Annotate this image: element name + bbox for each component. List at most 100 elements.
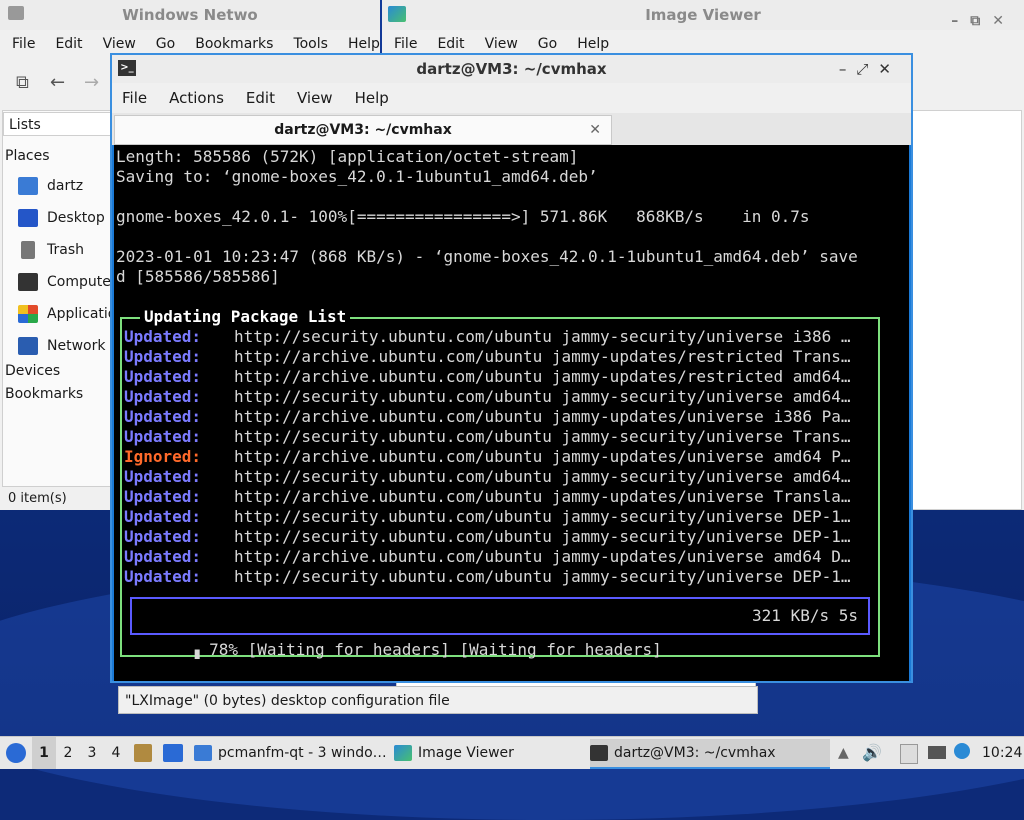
fm-titlebar[interactable]: Windows Netwo xyxy=(0,0,380,30)
package-update-row: Updated: http://security.ubuntu.com/ubunt… xyxy=(124,427,851,447)
update-status: Ignored: xyxy=(124,447,202,466)
term-menu-view[interactable]: View xyxy=(297,89,333,107)
term-menu-edit[interactable]: Edit xyxy=(246,89,275,107)
fm-menu-go[interactable]: Go xyxy=(156,36,175,52)
task-label: dartz@VM3: ~/cvmhax xyxy=(614,745,776,761)
terminal-line: 2023-01-01 10:23:47 (868 KB/s) - ‘gnome-… xyxy=(116,247,858,266)
terminal-tab[interactable]: dartz@VM3: ~/cvmhax ✕ xyxy=(114,115,612,145)
forward-arrow-icon[interactable]: → xyxy=(84,72,99,93)
desktop-icon xyxy=(18,209,38,227)
package-update-row: Updated: http://archive.ubuntu.com/ubuntu… xyxy=(124,347,851,367)
place-label: Trash xyxy=(47,242,84,258)
package-list-title: Updating Package List xyxy=(140,307,351,326)
fm-side-pane xyxy=(2,110,114,487)
iv-titlebar[interactable]: Image Viewer –⧉✕ xyxy=(382,0,1024,30)
side-pane-mode-select[interactable]: Lists xyxy=(3,112,111,136)
network-tray-icon[interactable] xyxy=(928,746,946,759)
file-manager-launcher-icon[interactable] xyxy=(134,744,152,762)
workspace-2[interactable]: 2 xyxy=(56,737,80,769)
update-source: http://archive.ubuntu.com/ubuntu jammy-u… xyxy=(234,487,851,506)
close-tab-icon[interactable]: ✕ xyxy=(589,116,601,144)
show-desktop-icon[interactable] xyxy=(163,744,183,762)
fm-menu-tools[interactable]: Tools xyxy=(293,36,328,52)
iv-menu-edit[interactable]: Edit xyxy=(437,36,464,52)
fm-menu-view[interactable]: View xyxy=(103,36,136,52)
package-update-row: Ignored: http://archive.ubuntu.com/ubuntu… xyxy=(124,447,851,467)
fm-menu-help[interactable]: Help xyxy=(348,36,380,52)
network-icon xyxy=(18,337,38,355)
applications-icon xyxy=(18,305,38,323)
update-status: Updated: xyxy=(124,467,202,486)
package-update-row: Updated: http://archive.ubuntu.com/ubuntu… xyxy=(124,487,851,507)
workspace-3[interactable]: 3 xyxy=(80,737,104,769)
volume-icon[interactable]: 🔊 xyxy=(862,743,882,762)
home-folder-icon xyxy=(18,177,38,195)
workspace-1[interactable]: 1 xyxy=(32,737,56,769)
iv-menu-file[interactable]: File xyxy=(394,36,417,52)
place-item-trash[interactable]: Trash xyxy=(18,239,84,261)
back-arrow-icon[interactable]: ← xyxy=(50,72,65,93)
terminal-line: Length: 585586 (572K) [application/octet… xyxy=(116,147,579,166)
tray-arrow-icon[interactable]: ▲ xyxy=(838,745,849,761)
place-item-network[interactable]: Network xyxy=(18,335,105,357)
update-source: http://security.ubuntu.com/ubuntu jammy-… xyxy=(234,387,851,406)
package-update-row: Updated: http://security.ubuntu.com/ubunt… xyxy=(124,467,851,487)
package-update-row: Updated: http://archive.ubuntu.com/ubuntu… xyxy=(124,547,851,567)
terminal-menubar: File Actions Edit View Help xyxy=(112,83,911,113)
terminal-line: Saving to: ‘gnome-boxes_42.0.1-1ubuntu1_… xyxy=(116,167,598,186)
task-label: pcmanfm-qt - 3 windo… xyxy=(218,745,387,761)
iv-menu-view[interactable]: View xyxy=(485,36,518,52)
update-source: http://security.ubuntu.com/ubuntu jammy-… xyxy=(234,427,851,446)
term-menu-help[interactable]: Help xyxy=(355,89,389,107)
task-file-manager[interactable]: pcmanfm-qt - 3 windo… xyxy=(194,739,388,767)
package-update-row: Updated: http://archive.ubuntu.com/ubuntu… xyxy=(124,367,851,387)
update-status: Updated: xyxy=(124,487,202,506)
fm-menu-edit[interactable]: Edit xyxy=(55,36,82,52)
update-source: http://security.ubuntu.com/ubuntu jammy-… xyxy=(234,327,851,346)
terminal-title: dartz@VM3: ~/cvmhax xyxy=(416,60,607,78)
place-item-desktop[interactable]: Desktop xyxy=(18,207,105,229)
package-update-row: Updated: http://archive.ubuntu.com/ubuntu… xyxy=(124,407,851,427)
trash-icon xyxy=(21,241,35,259)
update-source: http://security.ubuntu.com/ubuntu jammy-… xyxy=(234,507,851,526)
progress-text: ▗ 78% [Waiting for headers] [Waiting for… xyxy=(189,640,662,659)
image-viewer-icon xyxy=(388,6,406,22)
package-update-row: Updated: http://security.ubuntu.com/ubunt… xyxy=(124,327,851,347)
clipboard-icon[interactable] xyxy=(900,744,918,764)
image-canvas[interactable] xyxy=(912,110,1022,510)
task-terminal[interactable]: dartz@VM3: ~/cvmhax xyxy=(590,739,830,769)
place-item-computer[interactable]: Compute xyxy=(18,271,111,293)
workspace-4[interactable]: 4 xyxy=(104,737,128,769)
clock[interactable]: 10:24 xyxy=(982,737,1022,769)
update-source: http://security.ubuntu.com/ubuntu jammy-… xyxy=(234,467,851,486)
fm-title: Windows Netwo xyxy=(122,6,258,24)
taskbar: 1 2 3 4 pcmanfm-qt - 3 windo… Image View… xyxy=(0,736,1024,769)
task-label: Image Viewer xyxy=(418,745,514,761)
place-item-applications[interactable]: Applicatio xyxy=(18,303,116,325)
devices-header: Devices xyxy=(5,363,61,379)
task-image-viewer[interactable]: Image Viewer xyxy=(394,739,584,767)
term-menu-file[interactable]: File xyxy=(122,89,147,107)
place-label: Applicatio xyxy=(47,306,117,322)
folder-icon xyxy=(194,745,212,761)
update-status: Updated: xyxy=(124,407,202,426)
start-menu-icon[interactable] xyxy=(6,743,26,763)
download-progress: ▗ 78% [Waiting for headers] [Waiting for… xyxy=(130,597,870,659)
update-status: Updated: xyxy=(124,527,202,546)
iv-menu-go[interactable]: Go xyxy=(538,36,557,52)
update-notifier-icon[interactable] xyxy=(954,743,970,759)
new-tab-icon[interactable]: ⧉ xyxy=(16,72,29,93)
fm-menu-file[interactable]: File xyxy=(12,36,35,52)
terminal-screen[interactable]: Length: 585586 (572K) [application/octet… xyxy=(114,145,909,681)
iv-menu-help[interactable]: Help xyxy=(577,36,609,52)
terminal-window-controls[interactable]: –⤢✕ xyxy=(839,55,901,83)
update-source: http://archive.ubuntu.com/ubuntu jammy-u… xyxy=(234,447,851,466)
fm-menu-bookmarks[interactable]: Bookmarks xyxy=(195,36,273,52)
computer-icon xyxy=(18,273,38,291)
terminal-icon xyxy=(590,745,608,761)
term-menu-actions[interactable]: Actions xyxy=(169,89,224,107)
update-source: http://archive.ubuntu.com/ubuntu jammy-u… xyxy=(234,407,851,426)
place-item-home[interactable]: dartz xyxy=(18,175,83,197)
update-status: Updated: xyxy=(124,327,202,346)
terminal-titlebar[interactable]: >_ dartz@VM3: ~/cvmhax –⤢✕ xyxy=(112,55,911,83)
